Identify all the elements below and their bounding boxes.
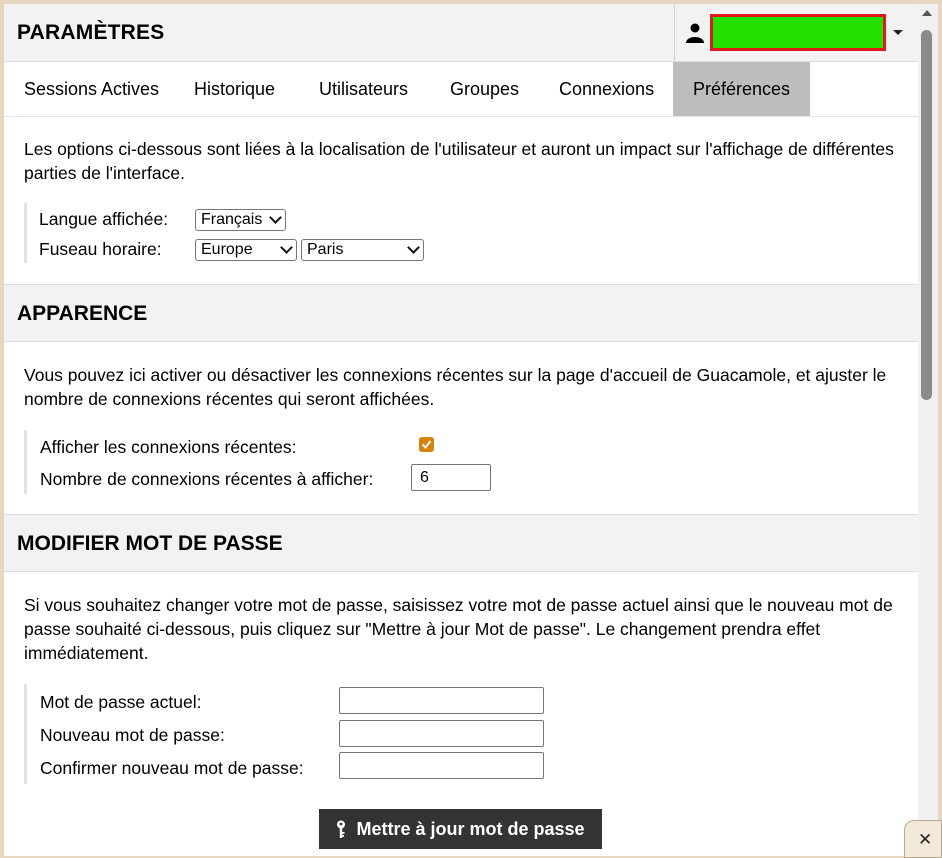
scrollbar[interactable]	[918, 4, 938, 822]
timezone-label: Fuseau horaire:	[39, 239, 162, 259]
tab-sessions-actives[interactable]: Sessions Actives	[4, 62, 179, 116]
locale-description: Les options ci-dessous sont liées à la l…	[24, 139, 894, 183]
chevron-down-icon	[407, 241, 420, 254]
page-header: PARAMÈTRES	[4, 4, 918, 62]
scrollbar-thumb[interactable]	[921, 30, 932, 400]
current-password-input[interactable]	[339, 687, 544, 714]
confirm-password-input[interactable]	[339, 752, 544, 779]
chevron-down-icon	[269, 211, 282, 224]
appearance-section-header: APPARENCE	[4, 284, 918, 342]
timezone-region-value: Europe	[201, 241, 253, 258]
tab-preferences[interactable]: Préférences	[673, 62, 811, 116]
update-password-label: Mettre à jour mot de passe	[356, 819, 585, 839]
show-recent-label: Afficher les connexions récentes:	[40, 437, 297, 457]
new-password-input[interactable]	[339, 720, 544, 747]
password-section-header: MODIFIER MOT DE PASSE	[4, 514, 918, 572]
update-password-button[interactable]: Mettre à jour mot de passe	[319, 809, 602, 849]
language-select[interactable]: Français	[195, 209, 286, 231]
page-title: PARAMÈTRES	[17, 21, 165, 44]
chevron-down-icon	[280, 241, 293, 254]
settings-window: PARAMÈTRES Sessions Actives Historique U…	[4, 4, 918, 856]
checkmark-icon	[421, 440, 432, 450]
username-redacted[interactable]	[710, 14, 886, 51]
close-button[interactable]: ✕	[904, 820, 942, 858]
timezone-city-select[interactable]: Paris	[301, 239, 424, 261]
appearance-form: Afficher les connexions récentes: Nombre…	[24, 430, 491, 494]
password-title: MODIFIER MOT DE PASSE	[17, 532, 283, 555]
locale-form: Langue affichée: Français Fuseau horaire…	[24, 203, 424, 263]
chevron-down-icon[interactable]	[893, 30, 903, 35]
language-select-value: Français	[201, 211, 263, 228]
language-label: Langue affichée:	[39, 209, 169, 229]
appearance-description: Vous pouvez ici activer ou désactiver le…	[24, 365, 887, 409]
tab-connexions[interactable]: Connexions	[539, 62, 674, 116]
timezone-region-select[interactable]: Europe	[195, 239, 297, 261]
user-menu[interactable]	[674, 4, 918, 61]
user-icon	[686, 23, 704, 43]
show-recent-checkbox[interactable]	[419, 437, 434, 452]
scroll-up-arrow-icon[interactable]	[922, 10, 932, 16]
new-password-label: Nouveau mot de passe:	[40, 725, 225, 745]
tab-historique[interactable]: Historique	[174, 62, 295, 116]
recent-count-label: Nombre de connexions récentes à afficher…	[40, 469, 374, 489]
tab-groupes[interactable]: Groupes	[430, 62, 539, 116]
appearance-title: APPARENCE	[17, 302, 148, 325]
settings-tabs: Sessions Actives Historique Utilisateurs…	[4, 62, 918, 117]
timezone-city-value: Paris	[307, 241, 344, 258]
current-password-label: Mot de passe actuel:	[40, 692, 202, 712]
tab-utilisateurs[interactable]: Utilisateurs	[299, 62, 428, 116]
key-icon	[337, 820, 346, 838]
confirm-password-label: Confirmer nouveau mot de passe:	[40, 758, 304, 778]
password-form: Mot de passe actuel: Nouveau mot de pass…	[24, 684, 544, 784]
password-description: Si vous souhaitez changer votre mot de p…	[24, 595, 893, 663]
close-icon: ✕	[918, 830, 933, 849]
recent-count-input[interactable]	[411, 464, 491, 491]
